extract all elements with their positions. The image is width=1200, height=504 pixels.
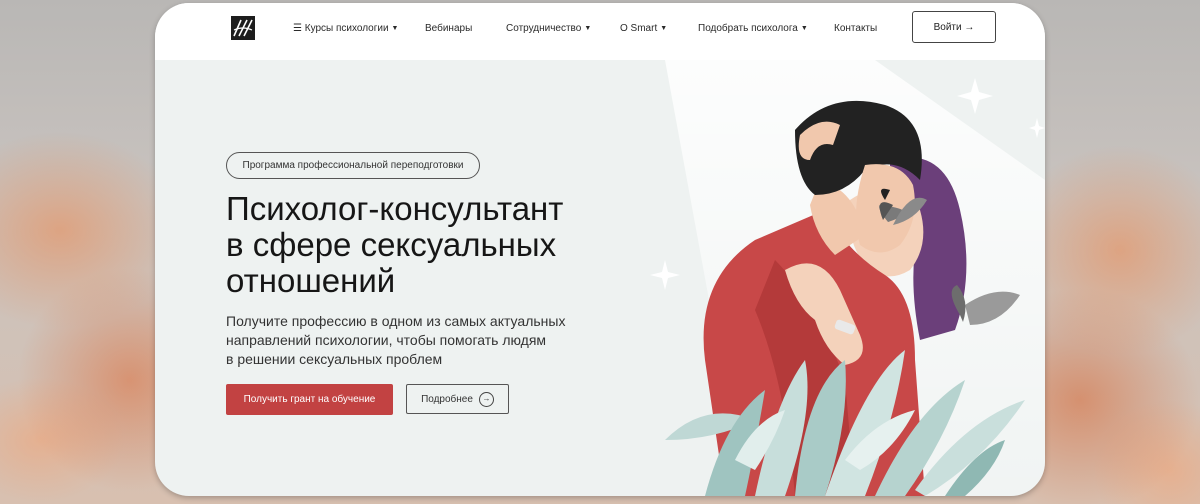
hero-title-line: в сфере сексуальных — [226, 226, 557, 263]
top-navigation: ☰ Курсы психологии ▼ Вебинары Сотрудничес… — [155, 3, 1045, 60]
login-button[interactable]: Войти → — [912, 11, 996, 43]
more-info-button-label: Подробнее — [421, 393, 473, 405]
nav-webinars-label: Вебинары — [425, 23, 473, 34]
get-grant-button-label: Получить грант на обучение — [243, 394, 376, 405]
sparkle-icon — [1029, 118, 1045, 138]
hero-title-line: отношений — [226, 262, 396, 299]
more-info-button[interactable]: Подробнее → — [406, 384, 509, 414]
nav-about[interactable]: О Smart ▼ — [620, 23, 667, 34]
nav-courses-label: ☰ Курсы психологии — [293, 23, 389, 34]
couple-illustration — [650, 78, 1045, 496]
chevron-down-icon: ▼ — [800, 25, 808, 32]
logo-icon[interactable] — [231, 16, 255, 40]
nav-find-psychologist-label: Подобрать психолога — [698, 23, 798, 34]
chevron-down-icon: ▼ — [584, 25, 592, 32]
chevron-down-icon: ▼ — [660, 25, 668, 32]
nav-find-psychologist[interactable]: Подобрать психолога ▼ — [698, 23, 808, 34]
nav-cooperation[interactable]: Сотрудничество ▼ — [506, 23, 591, 34]
chevron-down-icon: ▼ — [391, 25, 399, 32]
arrow-right-icon: → — [478, 391, 494, 407]
get-grant-button[interactable]: Получить грант на обучение — [226, 384, 393, 415]
hero-title-line: Психолог-консультант — [226, 190, 564, 227]
landing-page: ☰ Курсы психологии ▼ Вебинары Сотрудничес… — [155, 3, 1045, 496]
nav-contacts-label: Контакты — [834, 23, 878, 34]
login-button-label: Войти → — [933, 21, 975, 33]
nav-contacts[interactable]: Контакты — [834, 23, 877, 34]
nav-webinars[interactable]: Вебинары — [425, 23, 472, 34]
sparkle-icon — [650, 260, 680, 290]
nav-cooperation-label: Сотрудничество — [506, 23, 582, 34]
hero-subtitle: Получите профессию в одном из самых акту… — [226, 312, 586, 369]
hero-subtitle-line: направлений психологии, чтобы помогать л… — [226, 332, 547, 348]
hero-subtitle-line: Получите профессию в одном из самых акту… — [226, 313, 566, 329]
hero-subtitle-line: в решении сексуальных проблем — [226, 351, 443, 367]
hero-title: Психолог-консультант в сфере сексуальных… — [226, 191, 606, 299]
program-tag: Программа профессиональной переподготовк… — [226, 152, 480, 179]
sparkle-icon — [957, 78, 993, 114]
program-tag-label: Программа профессиональной переподготовк… — [242, 160, 464, 171]
nav-about-label: О Smart — [620, 23, 658, 34]
nav-courses[interactable]: ☰ Курсы психологии ▼ — [293, 23, 398, 34]
